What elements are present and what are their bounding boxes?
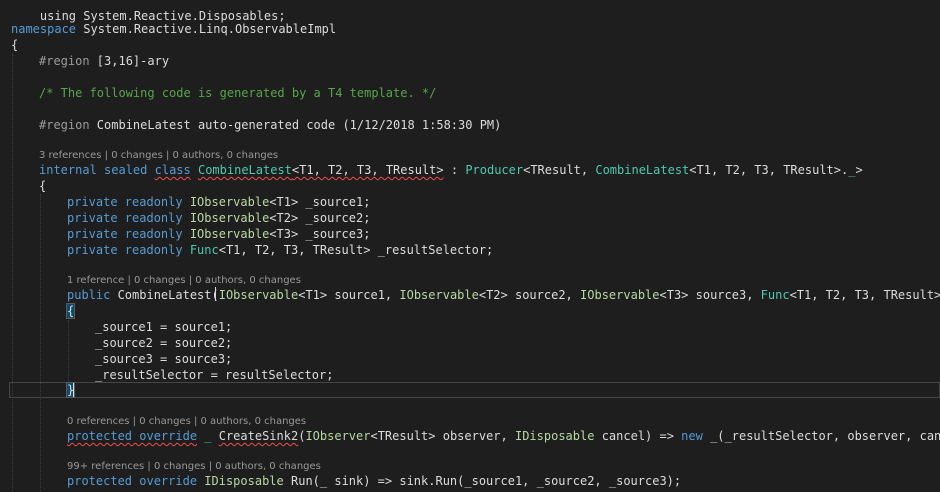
mouse-text-cursor bbox=[215, 287, 216, 301]
method-name[interactable]: CreateSink2 bbox=[219, 429, 298, 443]
code-editor[interactable]: using System.Reactive.Disposables; names… bbox=[0, 0, 940, 492]
type-name[interactable]: _ bbox=[197, 429, 219, 443]
code-text: <T1> source1, bbox=[298, 288, 400, 302]
class-name[interactable]: CombineLatest bbox=[198, 163, 292, 177]
code-text: <TResult, bbox=[523, 163, 596, 177]
statement-line: _source3 = source3; bbox=[95, 351, 232, 367]
code-text: <T1, T2, T3, TResult> resultSelector) bbox=[789, 288, 940, 302]
code-text: <T2> _source2; bbox=[269, 211, 371, 225]
field-line: private readonly IObservable<T1> _source… bbox=[67, 194, 370, 210]
code-text: System.Reactive.Linq.ObservableImpl bbox=[76, 22, 337, 36]
code-line: namespace System.Reactive.Linq.Observabl… bbox=[11, 21, 336, 37]
code-text: _(_resultSelector, observer, cancel); bbox=[710, 429, 940, 443]
brace: { bbox=[11, 38, 19, 52]
statement-line: _resultSelector = resultSelector; bbox=[95, 367, 333, 383]
keyword: private readonly bbox=[67, 211, 183, 225]
keyword: namespace bbox=[11, 22, 77, 36]
field-line: private readonly IObservable<T3> _source… bbox=[67, 226, 370, 242]
keyword: class bbox=[154, 163, 191, 177]
code-line: { bbox=[39, 178, 46, 194]
code-text: _source2 = source2; bbox=[95, 336, 233, 350]
type-name[interactable]: Func bbox=[190, 243, 219, 257]
keyword: protected override bbox=[67, 429, 198, 443]
interface-name[interactable]: IObservable bbox=[580, 288, 659, 302]
code-text: CombineLatest auto-generated code (1/12/… bbox=[89, 118, 502, 132]
code-text: cancel) => bbox=[594, 429, 682, 443]
keyword: public bbox=[67, 288, 111, 302]
keyword: private readonly bbox=[67, 195, 183, 209]
code-text: : bbox=[443, 163, 466, 177]
keyword: private readonly bbox=[67, 243, 183, 257]
code-text: Run(_ sink) => sink.Run(_source1, _sourc… bbox=[283, 474, 682, 488]
code-line: { bbox=[11, 37, 18, 53]
interface-name[interactable]: IDisposable bbox=[515, 429, 594, 443]
statement-line: _source1 = source1; bbox=[95, 319, 232, 335]
field-line: private readonly Func<T1, T2, T3, TResul… bbox=[67, 242, 493, 258]
indent-guide bbox=[12, 54, 13, 492]
code-text: [3,16]-ary bbox=[89, 54, 170, 68]
code-line: { bbox=[65, 303, 76, 319]
codelens-text[interactable]: 0 references | 0 changes | 0 authors, 0 … bbox=[67, 416, 306, 427]
code-text: _source1 = source1; bbox=[95, 320, 233, 334]
current-line-highlight[interactable] bbox=[9, 382, 940, 398]
field-line: private readonly IObservable<T2> _source… bbox=[67, 210, 370, 226]
text-caret bbox=[73, 383, 74, 397]
type-parameters: <T1, T2, T3, TResult> bbox=[291, 163, 444, 177]
interface-name[interactable]: IObservable bbox=[190, 227, 269, 241]
code-text: <T1> _source1; bbox=[269, 195, 371, 209]
brace: { bbox=[39, 179, 47, 193]
interface-name[interactable]: IObservable bbox=[190, 195, 269, 209]
interface-name[interactable]: IObservable bbox=[190, 211, 269, 225]
codelens-text[interactable]: 3 references | 0 changes | 0 authors, 0 … bbox=[39, 150, 278, 161]
constructor-name[interactable]: CombineLatest( bbox=[110, 288, 219, 302]
constructor-line: public CombineLatest(IObservable<T1> sou… bbox=[67, 287, 940, 303]
interface-name[interactable]: IObserver bbox=[305, 429, 370, 443]
code-text: _resultSelector = resultSelector; bbox=[95, 368, 334, 382]
comment-line: /* The following code is generated by a … bbox=[39, 85, 436, 101]
class-declaration-line: internal sealed class CombineLatest<T1, … bbox=[39, 162, 863, 178]
keyword: sealed bbox=[104, 163, 148, 177]
comment: /* The following code is generated by a … bbox=[39, 86, 437, 100]
code-text: <TResult> observer, bbox=[370, 429, 515, 443]
code-line: using System.Reactive.Disposables; bbox=[11, 0, 286, 23]
type-name[interactable]: Func bbox=[761, 288, 790, 302]
keyword: new bbox=[681, 429, 703, 443]
method-line: protected override _ CreateSink2(IObserv… bbox=[67, 428, 940, 444]
indent-guide bbox=[40, 194, 41, 492]
code-text: <T3> _source3; bbox=[269, 227, 371, 241]
keyword: internal bbox=[39, 163, 97, 177]
statement-line: _source2 = source2; bbox=[95, 335, 232, 351]
code-text: <T2> source2, bbox=[478, 288, 581, 302]
keyword: protected override bbox=[67, 474, 198, 488]
type-name[interactable]: CombineLatest bbox=[595, 163, 689, 177]
method-line: protected override IDisposable Run(_ sin… bbox=[67, 473, 681, 489]
codelens-text[interactable]: 1 reference | 0 changes | 0 authors, 0 c… bbox=[67, 275, 301, 286]
interface-name[interactable]: IObservable bbox=[399, 288, 478, 302]
code-text: <T3> source3, bbox=[659, 288, 761, 302]
code-text: > bbox=[855, 163, 863, 177]
code-text: _source3 = source3; bbox=[95, 352, 233, 366]
matched-brace: { bbox=[65, 303, 76, 319]
region-line[interactable]: #region [3,16]-ary bbox=[39, 53, 169, 69]
keyword: private readonly bbox=[67, 227, 183, 241]
interface-name[interactable]: IObservable bbox=[219, 288, 298, 302]
code-text: <T1, T2, T3, TResult>. bbox=[689, 163, 849, 177]
interface-name[interactable]: IDisposable bbox=[204, 474, 283, 488]
codelens-text[interactable]: 99+ references | 0 changes | 0 authors, … bbox=[67, 461, 321, 472]
preprocessor-directive: #region bbox=[39, 54, 90, 68]
code-text: <T1, T2, T3, TResult> _resultSelector; bbox=[218, 243, 494, 257]
base-type[interactable]: Producer bbox=[465, 163, 523, 177]
preprocessor-directive: #region bbox=[39, 118, 90, 132]
region-line[interactable]: #region CombineLatest auto-generated cod… bbox=[39, 117, 501, 133]
